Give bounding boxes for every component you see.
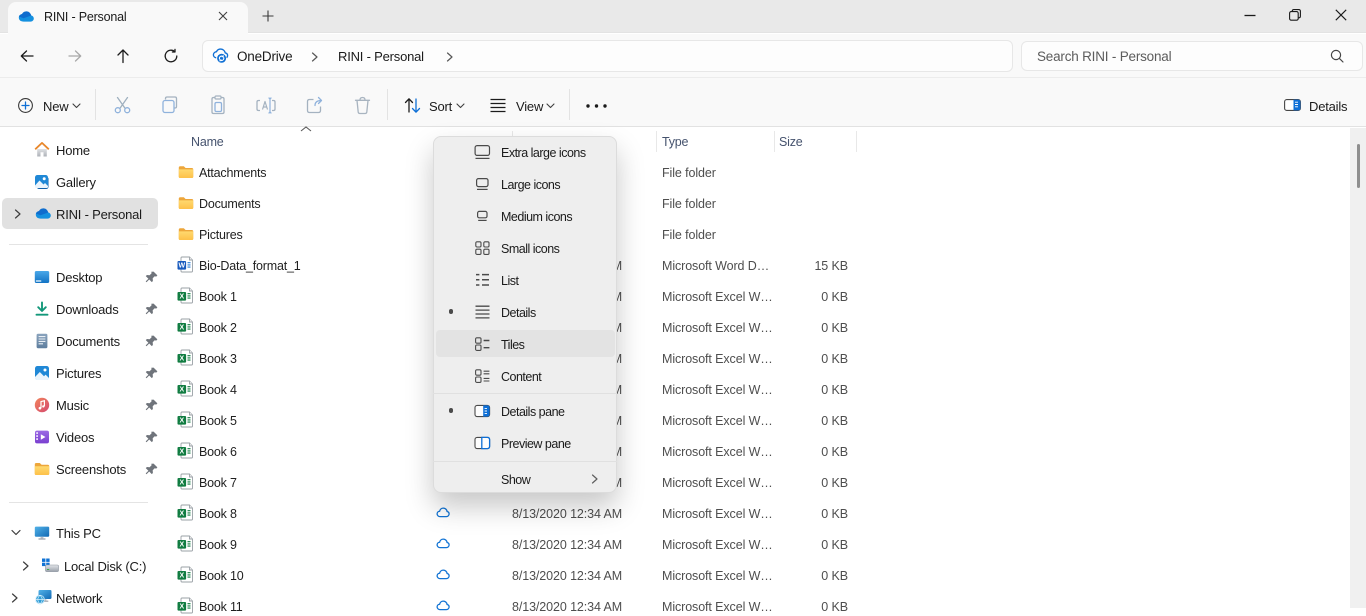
svg-text:X: X	[179, 573, 184, 580]
svg-text:X: X	[179, 542, 184, 549]
svg-text:X: X	[179, 449, 184, 456]
svg-text:X: X	[179, 480, 184, 487]
svg-text:X: X	[179, 356, 184, 363]
svg-text:X: X	[179, 325, 184, 332]
svg-text:X: X	[179, 418, 184, 425]
svg-text:X: X	[179, 294, 184, 301]
svg-text:W: W	[178, 263, 185, 270]
svg-text:X: X	[179, 604, 184, 611]
svg-text:X: X	[179, 387, 184, 394]
svg-text:X: X	[179, 511, 184, 518]
